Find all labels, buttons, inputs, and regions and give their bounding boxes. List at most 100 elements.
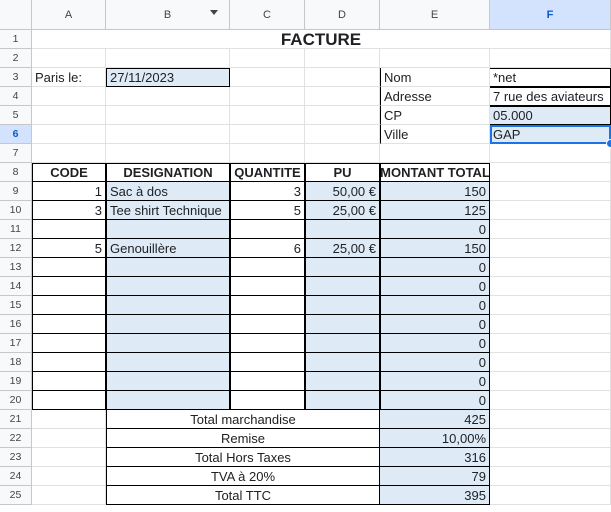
row-header-10[interactable]: 10	[0, 201, 32, 220]
table-row-total[interactable]: 0	[380, 258, 490, 277]
grid-cell[interactable]	[32, 144, 106, 163]
table-row-quantite[interactable]: 5	[230, 201, 305, 220]
client-nom-label[interactable]: Nom	[380, 68, 490, 87]
table-row-designation[interactable]	[106, 353, 230, 372]
table-row-pu[interactable]: 50,00 €	[305, 182, 380, 201]
table-row-designation[interactable]: Sac à dos	[106, 182, 230, 201]
table-row-code[interactable]	[32, 334, 106, 353]
row-header-4[interactable]: 4	[0, 87, 32, 106]
grid-cell[interactable]	[106, 125, 230, 144]
grid-cell[interactable]	[490, 296, 611, 315]
row-header-20[interactable]: 20	[0, 391, 32, 410]
table-row-total[interactable]: 150	[380, 182, 490, 201]
table-row-code[interactable]	[32, 220, 106, 239]
summary-label[interactable]: Total Hors Taxes	[106, 448, 380, 467]
table-header-3[interactable]: PU	[305, 163, 380, 182]
grid-cell[interactable]	[305, 125, 380, 144]
grid-cell[interactable]	[490, 49, 611, 68]
table-row-pu[interactable]	[305, 296, 380, 315]
table-row-code[interactable]	[32, 353, 106, 372]
table-row-designation[interactable]	[106, 277, 230, 296]
table-row-code[interactable]: 5	[32, 239, 106, 258]
table-row-code[interactable]	[32, 296, 106, 315]
table-row-designation[interactable]	[106, 258, 230, 277]
table-row-pu[interactable]: 25,00 €	[305, 201, 380, 220]
table-row-total[interactable]: 0	[380, 391, 490, 410]
grid-cell[interactable]	[106, 106, 230, 125]
grid-cell[interactable]	[380, 144, 490, 163]
table-row-designation[interactable]	[106, 220, 230, 239]
table-row-pu[interactable]	[305, 315, 380, 334]
column-b-dropdown-icon[interactable]	[210, 10, 218, 15]
grid-cell[interactable]	[490, 220, 611, 239]
row-header-14[interactable]: 14	[0, 277, 32, 296]
grid-cell[interactable]	[230, 49, 305, 68]
table-row-code[interactable]	[32, 391, 106, 410]
grid-cell[interactable]	[490, 182, 611, 201]
grid-cell[interactable]	[230, 106, 305, 125]
table-row-pu[interactable]	[305, 334, 380, 353]
column-header-f[interactable]: F	[490, 0, 611, 30]
client-adresse-label[interactable]: Adresse	[380, 87, 490, 106]
summary-value[interactable]: 10,00%	[380, 429, 490, 448]
row-header-18[interactable]: 18	[0, 353, 32, 372]
grid-cell[interactable]	[305, 49, 380, 68]
grid-cell[interactable]	[490, 334, 611, 353]
table-row-code[interactable]: 1	[32, 182, 106, 201]
grid-cell[interactable]	[230, 68, 305, 87]
grid-cell[interactable]	[230, 144, 305, 163]
row-header-24[interactable]: 24	[0, 467, 32, 486]
row-header-17[interactable]: 17	[0, 334, 32, 353]
table-header-1[interactable]: DESIGNATION	[106, 163, 230, 182]
client-cp-label[interactable]: CP	[380, 106, 490, 125]
grid-cell[interactable]	[230, 87, 305, 106]
table-row-designation[interactable]: Tee shirt Technique	[106, 201, 230, 220]
row-header-9[interactable]: 9	[0, 182, 32, 201]
grid-cell[interactable]	[490, 201, 611, 220]
grid-cell[interactable]	[106, 49, 230, 68]
row-header-8[interactable]: 8	[0, 163, 32, 182]
summary-value[interactable]: 425	[380, 410, 490, 429]
table-row-code[interactable]	[32, 277, 106, 296]
grid-cell[interactable]	[490, 391, 611, 410]
grid-cell[interactable]	[490, 239, 611, 258]
table-row-designation[interactable]	[106, 391, 230, 410]
table-row-quantite[interactable]: 3	[230, 182, 305, 201]
table-row-total[interactable]: 0	[380, 372, 490, 391]
table-row-pu[interactable]	[305, 353, 380, 372]
column-header-b[interactable]: B	[106, 0, 230, 30]
table-row-pu[interactable]: 25,00 €	[305, 239, 380, 258]
table-header-2[interactable]: QUANTITE	[230, 163, 305, 182]
grid-cell[interactable]	[230, 125, 305, 144]
row-header-15[interactable]: 15	[0, 296, 32, 315]
summary-label[interactable]: Total TTC	[106, 486, 380, 505]
summary-label[interactable]: Remise	[106, 429, 380, 448]
row-header-6[interactable]: 6	[0, 125, 32, 144]
grid-cell[interactable]	[32, 106, 106, 125]
row-header-23[interactable]: 23	[0, 448, 32, 467]
summary-value[interactable]: 316	[380, 448, 490, 467]
grid-cell[interactable]	[305, 68, 380, 87]
column-header-e[interactable]: E	[380, 0, 490, 30]
table-row-quantite[interactable]	[230, 353, 305, 372]
table-row-quantite[interactable]	[230, 258, 305, 277]
grid-cell[interactable]	[32, 467, 106, 486]
table-row-total[interactable]: 0	[380, 315, 490, 334]
grid-cell[interactable]	[490, 258, 611, 277]
client-adresse-field[interactable]: 7 rue des aviateurs	[490, 87, 611, 106]
grid-cell[interactable]	[32, 125, 106, 144]
client-ville-label[interactable]: Ville	[380, 125, 490, 144]
table-row-pu[interactable]	[305, 372, 380, 391]
table-row-designation[interactable]: Genouillère	[106, 239, 230, 258]
grid-cell[interactable]	[106, 144, 230, 163]
table-row-code[interactable]	[32, 315, 106, 334]
grid-cell[interactable]	[32, 49, 106, 68]
grid-cell[interactable]	[106, 87, 230, 106]
table-row-pu[interactable]	[305, 391, 380, 410]
row-header-21[interactable]: 21	[0, 410, 32, 429]
grid-cell[interactable]	[490, 277, 611, 296]
grid-cell[interactable]	[305, 144, 380, 163]
grid-cell[interactable]	[490, 372, 611, 391]
table-row-total[interactable]: 0	[380, 353, 490, 372]
table-row-quantite[interactable]	[230, 315, 305, 334]
